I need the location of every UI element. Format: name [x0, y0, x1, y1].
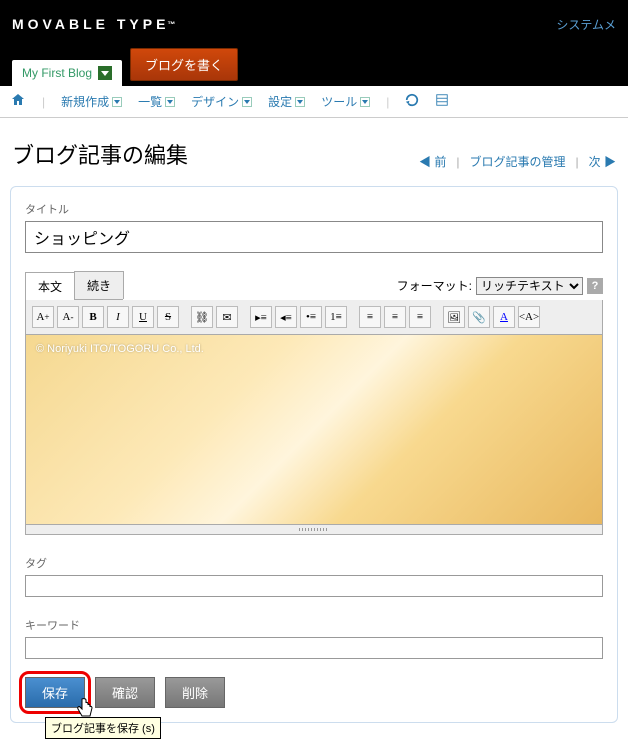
format-select[interactable]: リッチテキスト	[476, 277, 583, 295]
text-color-icon[interactable]: A	[493, 306, 515, 328]
chevron-down-icon	[242, 97, 252, 107]
outdent-icon[interactable]: ◂≡	[275, 306, 297, 328]
italic-icon[interactable]: I	[107, 306, 129, 328]
title-label: タイトル	[25, 201, 603, 217]
refresh-icon[interactable]	[405, 93, 419, 110]
align-center-icon[interactable]: ≡	[384, 306, 406, 328]
tag-label: タグ	[25, 555, 603, 571]
blog-selector-tab[interactable]: My First Blog	[12, 60, 122, 86]
keyword-label: キーワード	[25, 617, 603, 633]
image-copyright: © Noriyuki ITO/TOGORU Co., Ltd.	[36, 343, 204, 355]
nav-next[interactable]: 次 ▶	[589, 153, 616, 170]
nav-manage-entries[interactable]: ブログ記事の管理	[470, 153, 566, 170]
mail-icon[interactable]: ✉	[216, 306, 238, 328]
content-editor[interactable]: © Noriyuki ITO/TOGORU Co., Ltd.	[25, 335, 603, 525]
separator: |	[456, 155, 459, 169]
chevron-down-icon[interactable]	[98, 66, 112, 80]
list-view-icon[interactable]	[435, 93, 449, 110]
system-menu-link[interactable]: システムメ	[556, 16, 616, 33]
resize-handle[interactable]	[25, 525, 603, 535]
link-icon[interactable]: ⛓	[191, 306, 213, 328]
attach-icon[interactable]: 📎	[468, 306, 490, 328]
tab-body[interactable]: 本文	[25, 272, 75, 300]
font-increase-icon[interactable]: A+	[32, 306, 54, 328]
html-icon[interactable]: <A>	[518, 306, 540, 328]
separator: |	[386, 95, 389, 109]
logo-text: MOVABLE TYPE	[12, 16, 169, 32]
confirm-button[interactable]: 確認	[95, 677, 155, 708]
editor-toolbar: A+ A- B I U S ⛓ ✉ ▸≡ ◂≡ •≡ 1≡ ≡ ≡ ≡ 🖼 📎 …	[25, 300, 603, 335]
delete-button[interactable]: 削除	[165, 677, 225, 708]
indent-icon[interactable]: ▸≡	[250, 306, 272, 328]
chevron-down-icon	[165, 97, 175, 107]
align-left-icon[interactable]: ≡	[359, 306, 381, 328]
tag-input[interactable]	[25, 575, 603, 597]
save-button[interactable]: 保存	[25, 677, 85, 708]
help-icon[interactable]: ?	[587, 278, 603, 294]
separator: |	[42, 95, 45, 109]
page-title: ブログ記事の編集	[12, 138, 188, 170]
logo-tm: ™	[167, 20, 175, 29]
chevron-down-icon	[360, 97, 370, 107]
bold-icon[interactable]: B	[82, 306, 104, 328]
menu-new[interactable]: 新規作成	[61, 93, 122, 110]
home-icon[interactable]	[10, 92, 26, 111]
save-tooltip: ブログ記事を保存 (s)	[45, 717, 161, 739]
title-input[interactable]	[25, 221, 603, 253]
align-right-icon[interactable]: ≡	[409, 306, 431, 328]
number-list-icon[interactable]: 1≡	[325, 306, 347, 328]
keyword-input[interactable]	[25, 637, 603, 659]
write-blog-button[interactable]: ブログを書く	[130, 48, 238, 81]
menu-settings[interactable]: 設定	[268, 93, 305, 110]
underline-icon[interactable]: U	[132, 306, 154, 328]
menu-design[interactable]: デザイン	[191, 93, 252, 110]
separator: |	[576, 155, 579, 169]
font-decrease-icon[interactable]: A-	[57, 306, 79, 328]
chevron-down-icon	[295, 97, 305, 107]
menu-list[interactable]: 一覧	[138, 93, 175, 110]
tab-extended[interactable]: 続き	[74, 271, 124, 299]
menu-tools[interactable]: ツール	[321, 93, 370, 110]
strike-icon[interactable]: S	[157, 306, 179, 328]
chevron-down-icon	[112, 97, 122, 107]
format-label: フォーマット:	[397, 277, 472, 294]
bullet-list-icon[interactable]: •≡	[300, 306, 322, 328]
image-icon[interactable]: 🖼	[443, 306, 465, 328]
blog-name: My First Blog	[22, 66, 92, 80]
app-logo: MOVABLE TYPE™	[12, 16, 175, 32]
nav-prev[interactable]: ◀ 前	[419, 153, 446, 170]
